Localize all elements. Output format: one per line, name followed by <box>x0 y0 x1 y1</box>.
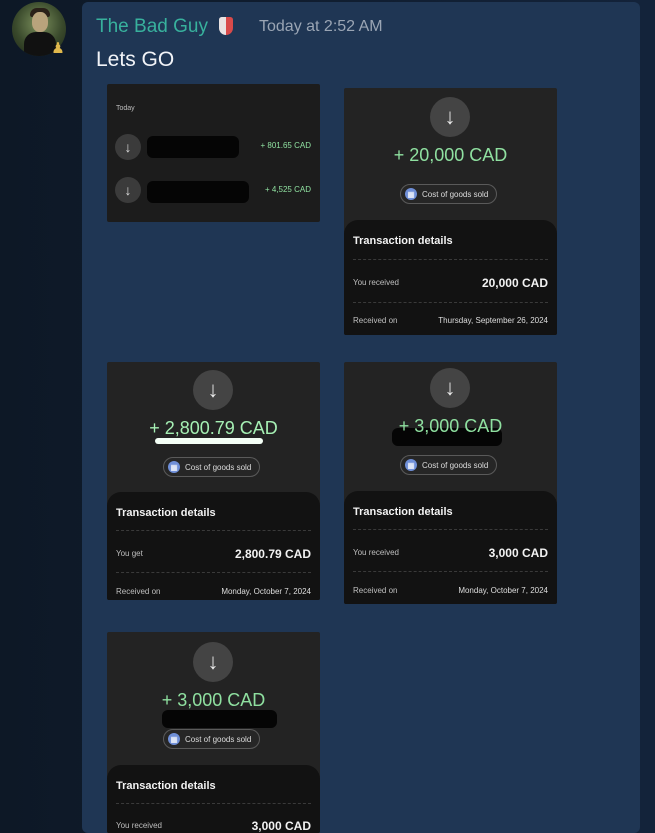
category-chip: ▦ Cost of goods sold <box>400 184 498 204</box>
attachment-image-transaction-3000-a[interactable]: ↓ + 3,000 CAD ▦ Cost of goods sold Trans… <box>344 362 557 604</box>
pawn-icon: ♟ <box>51 39 65 57</box>
transaction-amount: + 3,000 CAD <box>398 416 503 436</box>
details-title: Transaction details <box>116 780 216 792</box>
transaction-details-panel: Transaction details You received 20,000 … <box>344 220 557 335</box>
transaction-amount: + 3,000 CAD <box>161 690 266 710</box>
received-label: You received <box>353 278 399 287</box>
category-chip: ▦ Cost of goods sold <box>163 729 261 749</box>
received-on-label: Received on <box>353 316 398 325</box>
category-chip: ▦ Cost of goods sold <box>163 457 261 477</box>
transaction-amount: + 801.65 CAD <box>260 141 311 150</box>
attachment-image-transaction-20000[interactable]: ↓ + 20,000 CAD ▦ Cost of goods sold Tran… <box>344 88 557 335</box>
message-timestamp: Today at 2:52 AM <box>259 18 383 35</box>
details-title: Transaction details <box>353 235 453 247</box>
shield-icon[interactable] <box>219 17 233 35</box>
category-label: Cost of goods sold <box>422 189 489 199</box>
attachment-image-transaction-2800[interactable]: ↓ + 2,800.79 CAD ▦ Cost of goods sold Tr… <box>107 362 320 600</box>
divider <box>116 530 311 531</box>
details-title: Transaction details <box>353 506 453 518</box>
received-value: 20,000 CAD <box>481 276 548 290</box>
arrow-down-icon: ↓ <box>193 370 233 410</box>
received-on-label: Received on <box>116 587 161 596</box>
divider <box>116 803 311 804</box>
divider <box>353 259 548 260</box>
category-icon: ▦ <box>405 188 417 200</box>
attachment-image-transactions-list[interactable]: Today ↓ + 801.65 CAD ↓ + 4,525 CAD <box>107 84 320 222</box>
category-icon: ▦ <box>405 459 417 471</box>
received-label: You received <box>353 548 399 557</box>
divider <box>353 571 548 572</box>
arrow-down-icon: ↓ <box>115 177 141 203</box>
received-on-label: Received on <box>353 586 398 595</box>
category-label: Cost of goods sold <box>422 460 489 470</box>
transaction-amount: + 20,000 CAD <box>393 145 508 165</box>
received-on-value: Monday, October 7, 2024 <box>458 586 548 595</box>
arrow-down-icon: ↓ <box>193 642 233 682</box>
username[interactable]: The Bad Guy <box>96 16 208 38</box>
details-title: Transaction details <box>116 507 216 519</box>
highlight-underline <box>155 438 263 444</box>
transaction-amount: + 4,525 CAD <box>264 185 311 194</box>
received-label: You get <box>116 549 143 558</box>
category-icon: ▦ <box>168 733 180 745</box>
category-label: Cost of goods sold <box>185 734 252 744</box>
divider <box>353 302 548 303</box>
received-value: 3,000 CAD <box>488 546 548 560</box>
received-on-value: Thursday, September 26, 2024 <box>438 316 548 325</box>
attachment-image-transaction-3000-b[interactable]: ↓ + 3,000 CAD ▦ Cost of goods sold Trans… <box>107 632 320 833</box>
arrow-down-icon: ↓ <box>115 134 141 160</box>
arrow-down-icon: ↓ <box>430 368 470 408</box>
received-value: 3,000 CAD <box>251 819 311 833</box>
section-label: Today <box>116 105 135 112</box>
transaction-details-panel: Transaction details You get 2,800.79 CAD… <box>107 492 320 600</box>
redaction-mark <box>147 136 239 158</box>
category-label: Cost of goods sold <box>185 462 252 472</box>
received-on-value: Monday, October 7, 2024 <box>221 587 311 596</box>
transaction-amount: + 2,800.79 CAD <box>149 418 278 438</box>
redaction-mark <box>162 710 277 728</box>
category-chip: ▦ Cost of goods sold <box>400 455 498 475</box>
divider <box>116 572 311 573</box>
received-label: You received <box>116 821 162 830</box>
redaction-mark <box>147 181 249 203</box>
divider <box>353 529 548 530</box>
received-value: 2,800.79 CAD <box>234 547 311 561</box>
message-text: Lets GO <box>96 48 175 71</box>
category-icon: ▦ <box>168 461 180 473</box>
transaction-details-panel: Transaction details You received 3,000 C… <box>344 491 557 604</box>
transaction-details-panel: Transaction details You received 3,000 C… <box>107 765 320 833</box>
arrow-down-icon: ↓ <box>430 97 470 137</box>
